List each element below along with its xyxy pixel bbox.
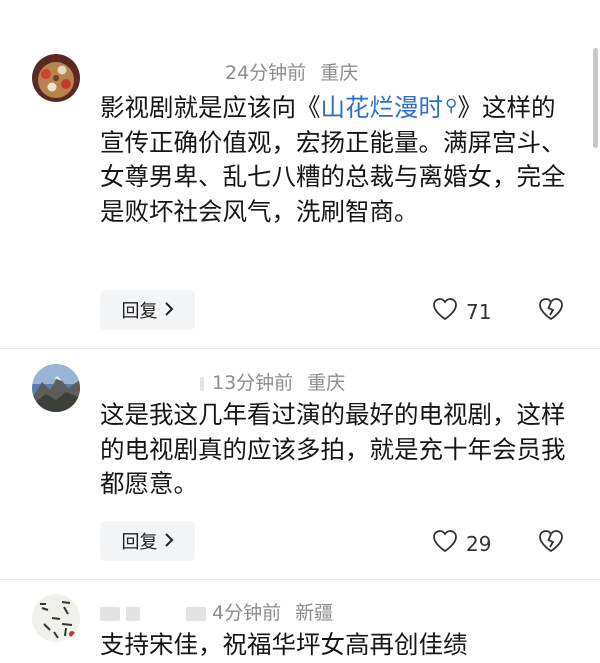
comment-time: 4分钟前 [212, 602, 282, 624]
comment-text-part: 影视剧就是应该向《 [100, 93, 321, 122]
divider [0, 348, 600, 349]
comment-meta: 13分钟前 重庆 [200, 368, 345, 395]
comment-text: 影视剧就是应该向《山花烂漫时 ⚲》这样的宣传正确价值观，宏扬正能量。满屏宫斗、女尊… [100, 89, 570, 229]
reply-label: 回复 [121, 532, 158, 553]
avatar[interactable] [32, 594, 80, 642]
comment-meta: 4分钟前 新疆 [100, 598, 333, 625]
dislike-button[interactable] [538, 297, 564, 325]
reply-label: 回复 [121, 301, 158, 322]
heart-icon [432, 297, 458, 326]
heart-icon [432, 529, 458, 558]
reply-button[interactable]: 回复 [100, 290, 195, 330]
chevron-right-icon [164, 300, 174, 321]
broken-heart-icon [538, 298, 564, 325]
divider [0, 579, 600, 580]
drama-link[interactable]: 山花烂漫时 ⚲ [321, 93, 458, 122]
drama-link-label: 山花烂漫时 [320, 93, 444, 122]
comment-time: 13分钟前 [212, 372, 294, 394]
comment-text: 支持宋佳，祝福华坪女高再创佳绩 [100, 630, 468, 659]
comment-meta: 24分钟前 重庆 [225, 58, 358, 85]
avatar[interactable] [32, 54, 80, 102]
blurred-username [200, 376, 204, 391]
like-count: 71 [466, 299, 492, 324]
comment-location: 重庆 [320, 62, 359, 84]
broken-heart-icon [538, 530, 564, 557]
dislike-button[interactable] [538, 529, 564, 557]
comment-location: 新疆 [295, 602, 334, 624]
chevron-right-icon [164, 531, 174, 552]
comment-time: 24分钟前 [225, 62, 307, 84]
blurred-username [126, 606, 140, 621]
search-icon: ⚲ [445, 96, 458, 116]
like-count: 29 [466, 531, 492, 556]
blurred-username [100, 606, 120, 621]
like-button[interactable]: 29 [432, 529, 491, 558]
comment-location: 重庆 [307, 372, 346, 394]
like-button[interactable]: 71 [432, 297, 491, 326]
reply-button[interactable]: 回复 [100, 521, 195, 561]
avatar[interactable] [32, 364, 80, 412]
scrollbar[interactable] [593, 48, 598, 148]
blurred-username [186, 606, 206, 621]
comment-text: 这是我这几年看过演的最好的电视剧，这样的电视剧真的应该多拍，就是充十年会员我都愿… [100, 400, 566, 498]
